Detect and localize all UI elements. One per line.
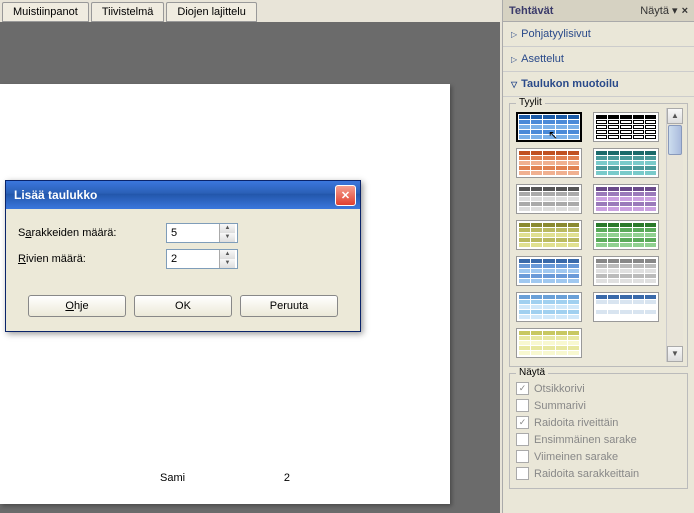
display-options-group: Näytä ✓Otsikkorivi Summarivi ✓Raidoita r…: [509, 373, 688, 489]
triangle-down-icon: ▽: [511, 80, 517, 89]
table-style-thumb[interactable]: [593, 148, 659, 178]
triangle-right-icon: ▷: [511, 55, 517, 64]
table-style-thumb[interactable]: [516, 292, 582, 322]
table-style-thumb[interactable]: [593, 292, 659, 322]
cancel-button[interactable]: Peruuta: [240, 295, 338, 317]
table-style-thumb[interactable]: [593, 112, 659, 142]
styles-legend: Tyylit: [516, 97, 545, 108]
rows-input[interactable]: [167, 251, 219, 267]
display-legend: Näytä: [516, 367, 548, 378]
tab-summary[interactable]: Tiivistelmä: [91, 2, 165, 22]
styles-grid: ↖: [514, 108, 666, 362]
dialog-title: Lisää taulukko: [14, 188, 97, 202]
taskpane-title: Tehtävät: [509, 5, 553, 17]
table-style-thumb[interactable]: [516, 256, 582, 286]
task-pane: Tehtävät Näytä ▾ × ▷Pohjatyylisivut ▷Ase…: [502, 0, 694, 513]
spin-down-icon[interactable]: ▼: [219, 259, 235, 268]
tab-notes[interactable]: Muistiinpanot: [2, 2, 89, 22]
triangle-right-icon: ▷: [511, 30, 517, 39]
taskpane-show-menu[interactable]: Näytä ▾: [640, 4, 677, 17]
columns-label: Sarakkeiden määrä:: [18, 227, 166, 239]
checkbox-icon: [516, 467, 529, 480]
checkbox-icon: [516, 450, 529, 463]
ok-button[interactable]: OK: [134, 295, 232, 317]
spin-up-icon[interactable]: ▲: [219, 250, 235, 259]
check-row-stripes[interactable]: ✓Raidoita riveittäin: [514, 414, 683, 431]
scroll-down-icon[interactable]: ▼: [667, 346, 683, 362]
dialog-titlebar[interactable]: Lisää taulukko ✕: [6, 181, 360, 209]
section-master-pages[interactable]: ▷Pohjatyylisivut: [503, 22, 694, 47]
table-style-thumb[interactable]: [593, 256, 659, 286]
table-style-thumb[interactable]: [516, 220, 582, 250]
styles-group: Tyylit ↖ ▲ ▼: [509, 103, 688, 367]
tab-slidesort[interactable]: Diojen lajittelu: [166, 2, 256, 22]
columns-spinner[interactable]: ▲▼: [166, 223, 238, 243]
taskpane-close-icon[interactable]: ×: [682, 5, 688, 17]
table-style-thumb[interactable]: ↖: [516, 112, 582, 142]
check-header-row[interactable]: ✓Otsikkorivi: [514, 380, 683, 397]
section-table-design[interactable]: ▽Taulukon muotoilu: [503, 72, 694, 97]
check-total-row[interactable]: Summarivi: [514, 397, 683, 414]
scroll-thumb[interactable]: [668, 125, 682, 155]
spin-up-icon[interactable]: ▲: [219, 224, 235, 233]
columns-input[interactable]: [167, 225, 219, 241]
checkbox-icon: ✓: [516, 382, 529, 395]
styles-scrollbar[interactable]: ▲ ▼: [666, 108, 683, 362]
spin-down-icon[interactable]: ▼: [219, 233, 235, 242]
table-style-thumb[interactable]: [593, 184, 659, 214]
table-style-thumb[interactable]: [593, 220, 659, 250]
close-icon[interactable]: ✕: [335, 185, 356, 206]
check-last-col[interactable]: Viimeinen sarake: [514, 448, 683, 465]
scroll-up-icon[interactable]: ▲: [667, 108, 683, 124]
check-first-col[interactable]: Ensimmäinen sarake: [514, 431, 683, 448]
table-style-thumb[interactable]: [516, 184, 582, 214]
rows-spinner[interactable]: ▲▼: [166, 249, 238, 269]
checkbox-icon: [516, 399, 529, 412]
page-author: Sami: [160, 472, 185, 484]
checkbox-icon: ✓: [516, 416, 529, 429]
page-number: 2: [284, 472, 290, 484]
checkbox-icon: [516, 433, 529, 446]
help-button[interactable]: Ohje: [28, 295, 126, 317]
insert-table-dialog: Lisää taulukko ✕ Sarakkeiden määrä: ▲▼ R…: [5, 180, 361, 332]
table-style-thumb[interactable]: [516, 328, 582, 358]
rows-label: Rivien määrä:: [18, 253, 166, 265]
table-style-thumb[interactable]: [516, 148, 582, 178]
section-layouts[interactable]: ▷Asettelut: [503, 47, 694, 72]
check-col-stripes[interactable]: Raidoita sarakkeittain: [514, 465, 683, 482]
